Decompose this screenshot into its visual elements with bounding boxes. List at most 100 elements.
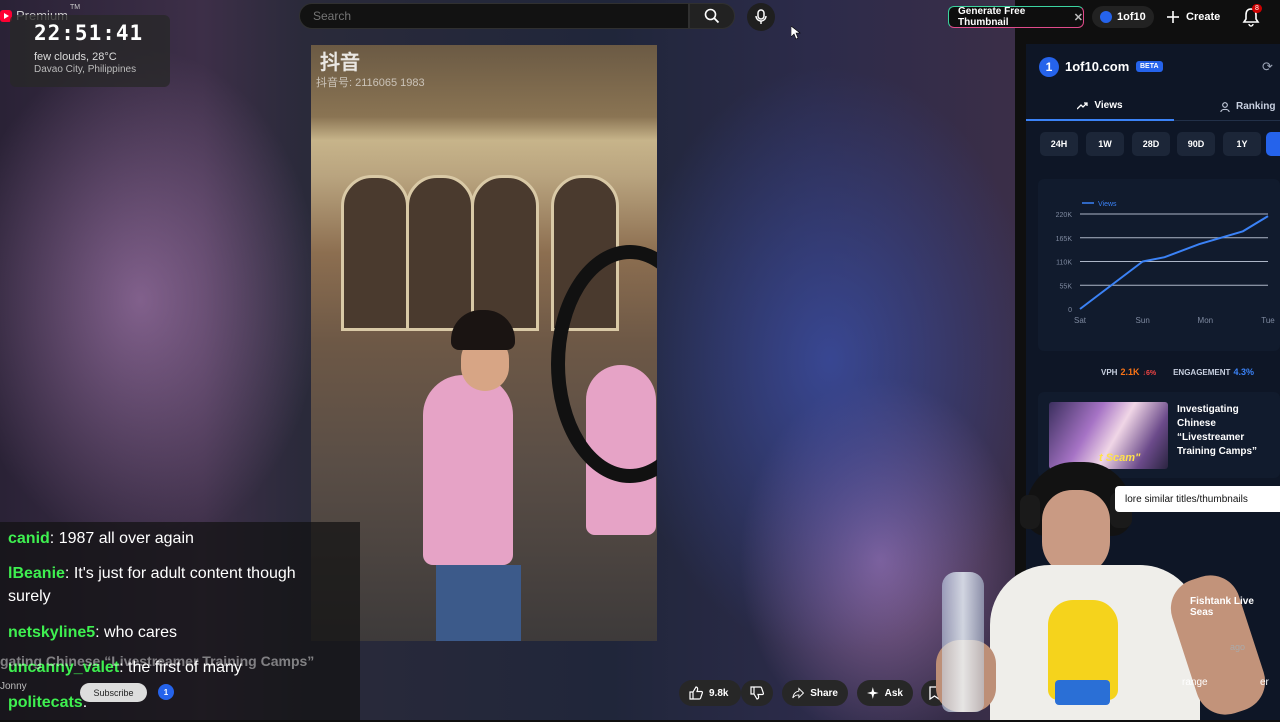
premium-tm: TM: [70, 4, 81, 11]
range-1y-button[interactable]: 1Y: [1223, 132, 1261, 156]
search-icon: [704, 8, 720, 24]
y-tick-label: 55K: [1060, 283, 1073, 290]
oneof10-label: 1of10: [1117, 11, 1146, 23]
ask-label: Ask: [884, 687, 903, 699]
range-90d-button[interactable]: 90D: [1177, 132, 1215, 156]
subscribe-button[interactable]: Subscribe: [80, 683, 147, 702]
recommended-video-title[interactable]: er: [1260, 677, 1269, 688]
chat-username: netskyline5: [8, 624, 96, 641]
views-chart-svg: 0 55K 110K 165K 220K Sat Sun Mon Tue Views: [1056, 201, 1276, 325]
voice-search-button[interactable]: [747, 3, 775, 31]
explore-similar-button[interactable]: lore similar titles/thumbnails: [1115, 486, 1280, 512]
tab-ranking-label: Ranking: [1236, 101, 1276, 112]
vph-label: VPH: [1101, 368, 1118, 377]
arch-decor: [341, 175, 409, 331]
video-frame-tiktok-clip: [311, 45, 657, 641]
generate-thumbnail-label: Generate Free Thumbnail: [958, 6, 1026, 28]
range-28d-button[interactable]: 28D: [1132, 132, 1170, 156]
generate-thumbnail-button[interactable]: Generate Free Thumbnail ✕: [948, 6, 1084, 28]
recommended-video-meta: ago: [1230, 642, 1246, 652]
views-chart: 0 55K 110K 165K 220K Sat Sun Mon Tue Views: [1038, 179, 1280, 351]
sparkle-icon: [867, 687, 879, 699]
oneof10-logo-icon: 1: [1039, 57, 1059, 77]
x-tick-label: Mon: [1198, 316, 1214, 325]
like-count: 9.8k: [709, 687, 729, 699]
create-label: Create: [1186, 11, 1221, 23]
stats-row: VPH 2.1K ↓6% ENGAGEMENT 4.3%: [1101, 367, 1254, 377]
clock-weather-widget: 22:51:41 few clouds, 28°C Davao City, Ph…: [10, 15, 170, 87]
chat-message: lBeanie: It's just for adult content tho…: [8, 562, 338, 608]
person-figure: [423, 375, 513, 565]
notification-count-badge: 8: [1252, 4, 1262, 13]
ask-button[interactable]: Ask: [857, 680, 913, 706]
share-button[interactable]: Share: [782, 680, 848, 706]
shirt-graphic-shorts: [1055, 680, 1110, 705]
video-title: gating Chinese “Livestreamer Training Ca…: [0, 653, 315, 669]
create-button[interactable]: Create: [1160, 6, 1222, 28]
clock-time: 22:51:41: [34, 21, 144, 45]
similar-video-thumbnail[interactable]: t Scam": [1049, 402, 1168, 469]
tiktok-watermark: 抖音: [320, 52, 360, 74]
chat-message: canid: 1987 all over again: [8, 527, 338, 550]
chat-username: lBeanie: [8, 565, 65, 582]
views-series-line: [1079, 215, 1269, 310]
oneof10-logo-icon: [1100, 11, 1112, 23]
microphone-icon: [755, 9, 767, 24]
share-arrow-icon: [792, 687, 805, 699]
y-tick-label: 165K: [1056, 236, 1073, 243]
thumbs-up-icon: [689, 686, 703, 700]
y-tick-label: 0: [1068, 307, 1072, 314]
chat-text: : who cares: [95, 624, 177, 641]
similar-video-title[interactable]: Investigating Chinese “Livestreamer Trai…: [1177, 403, 1280, 459]
search-button[interactable]: [689, 3, 735, 29]
plus-icon: [1167, 11, 1179, 23]
tab-views-label: Views: [1094, 100, 1123, 111]
range-24h-button[interactable]: 24H: [1040, 132, 1078, 156]
oneof10-button[interactable]: 1of10: [1092, 6, 1154, 28]
weather-text: few clouds, 28°C: [34, 51, 117, 63]
channel-name[interactable]: Jonny: [0, 681, 27, 692]
tiktok-watermark-id: 抖音号: 2116065 1983: [316, 77, 425, 89]
person-jeans: [436, 565, 521, 641]
location-text: Davao City, Philippines: [34, 64, 137, 75]
stream-chat-overlay: canid: 1987 all over again lBeanie: It's…: [0, 522, 360, 720]
like-button[interactable]: 9.8k: [679, 680, 741, 706]
arch-decor: [406, 175, 474, 331]
x-tick-label: Sun: [1136, 316, 1150, 325]
vph-change: ↓6%: [1142, 370, 1157, 377]
tab-views[interactable]: Views: [1026, 92, 1174, 121]
webcam-streamer-face: [1042, 490, 1110, 576]
chat-message: netskyline5: who cares: [8, 621, 338, 644]
x-tick-label: Sat: [1074, 316, 1087, 325]
recommended-video-title[interactable]: Fishtank Live Seas: [1190, 596, 1280, 618]
trend-up-icon: [1077, 101, 1089, 109]
chat-text: : 1987 all over again: [49, 530, 194, 547]
chat-username: canid: [8, 530, 50, 547]
range-all-button-active[interactable]: [1266, 132, 1280, 156]
oneof10-channel-badge[interactable]: 1: [158, 684, 174, 700]
share-label: Share: [810, 687, 838, 699]
beta-badge: BETA: [1136, 61, 1163, 72]
recommended-video-title[interactable]: range: [1182, 677, 1208, 688]
dislike-button[interactable]: [741, 680, 773, 706]
search-bar[interactable]: [299, 3, 689, 29]
refresh-icon[interactable]: ⟳: [1262, 59, 1273, 75]
close-icon[interactable]: ✕: [1074, 11, 1083, 24]
y-tick-label: 110K: [1056, 260, 1072, 267]
tab-ranking[interactable]: Ranking: [1174, 92, 1280, 121]
headset-earcup: [1020, 495, 1040, 529]
range-1w-button[interactable]: 1W: [1086, 132, 1124, 156]
mouse-cursor-icon: [791, 26, 801, 40]
arch-decor: [471, 175, 539, 331]
chat-username: politecats: [8, 694, 83, 711]
engagement-label: ENGAGEMENT: [1173, 368, 1231, 377]
search-input[interactable]: [311, 8, 675, 24]
vph-value: 2.1K: [1120, 367, 1140, 377]
x-tick-label: Tue: [1261, 316, 1275, 325]
water-bottle: [942, 572, 984, 712]
thumbnail-caption: t Scam": [1099, 452, 1141, 464]
thumbs-down-icon: [750, 686, 764, 700]
legend-label: Views: [1098, 201, 1117, 208]
user-icon: [1220, 101, 1230, 112]
extension-title: 1of10.com: [1065, 59, 1130, 74]
